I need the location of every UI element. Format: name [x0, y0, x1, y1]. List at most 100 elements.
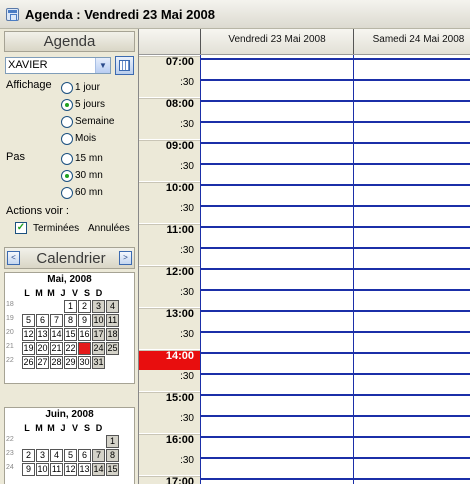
- day-of-week-row: LMMJVSD: [5, 422, 134, 434]
- radio-button-icon[interactable]: [61, 99, 73, 111]
- calendar-day[interactable]: 5: [64, 449, 77, 462]
- calendar-day[interactable]: 4: [50, 449, 63, 462]
- calendar-day[interactable]: 3: [92, 300, 105, 313]
- day-column-header[interactable]: Vendredi 23 Mai 2008: [200, 29, 353, 54]
- calendar-day[interactable]: 6: [36, 314, 49, 327]
- week-row: 24 9 10 11 12 13 14 15: [5, 462, 134, 476]
- half-hour-row-label: :30: [139, 118, 200, 139]
- hour-row-label: 14:00: [139, 349, 200, 370]
- week-row: 21 19 20 21 22 23 24 25: [5, 341, 134, 355]
- time-label: :30: [180, 161, 194, 172]
- calendar-day[interactable]: 23: [78, 342, 91, 355]
- half-hour-row-label: :30: [139, 160, 200, 181]
- calendar-day[interactable]: 31: [92, 356, 105, 369]
- calendar-day[interactable]: 1: [64, 300, 77, 313]
- affichage-label: Affichage: [6, 79, 52, 91]
- radio-button-icon[interactable]: [61, 170, 73, 182]
- calendar-day[interactable]: 2: [78, 300, 91, 313]
- week-number: 22: [6, 436, 14, 443]
- time-slot-line: [200, 478, 470, 480]
- calendar-day[interactable]: 11: [106, 314, 119, 327]
- day-of-week-label: S: [83, 288, 90, 298]
- time-label: :30: [180, 119, 194, 130]
- hour-row-label: 10:00: [139, 181, 200, 202]
- calendar-day[interactable]: 13: [78, 463, 91, 476]
- calendar-day[interactable]: 27: [36, 356, 49, 369]
- radio-button-icon[interactable]: [61, 153, 73, 165]
- calendar-day[interactable]: 13: [36, 328, 49, 341]
- user-select[interactable]: XAVIER ▼: [5, 57, 111, 74]
- calendar-day[interactable]: 19: [22, 342, 35, 355]
- calendar-day[interactable]: 1: [106, 435, 119, 448]
- day-column-divider: [200, 55, 201, 484]
- time-label: 16:00: [165, 434, 194, 446]
- time-label: :30: [180, 413, 194, 424]
- pas-option-label: 60 mn: [75, 187, 103, 198]
- calendar-day[interactable]: 17: [92, 328, 105, 341]
- agenda-cells[interactable]: [200, 55, 470, 484]
- calendar-day[interactable]: 6: [78, 449, 91, 462]
- calendar-day[interactable]: 24: [92, 342, 105, 355]
- calendar-day[interactable]: 20: [36, 342, 49, 355]
- day-of-week-label: M: [47, 288, 55, 298]
- month-title: Mai, 2008: [47, 274, 92, 285]
- calendar-day[interactable]: 5: [22, 314, 35, 327]
- radio-button-icon[interactable]: [61, 187, 73, 199]
- calendar-day[interactable]: 29: [64, 356, 77, 369]
- terminees-checkbox[interactable]: ✓: [15, 222, 27, 234]
- time-slot-line: [200, 457, 470, 459]
- terminees-label[interactable]: Terminées: [33, 223, 79, 234]
- time-label: 12:00: [165, 266, 194, 278]
- calendar-day[interactable]: 21: [50, 342, 63, 355]
- day-of-week-label: S: [83, 423, 90, 433]
- calendar-day[interactable]: 7: [50, 314, 63, 327]
- calendar-day[interactable]: 10: [36, 463, 49, 476]
- calendar-day[interactable]: 10: [92, 314, 105, 327]
- time-label: 14:00: [165, 350, 194, 362]
- chevron-down-icon[interactable]: ▼: [95, 58, 110, 73]
- calendar-day[interactable]: 2: [22, 449, 35, 462]
- time-label: 07:00: [165, 56, 194, 68]
- time-slot-line: [200, 142, 470, 144]
- calendar-day[interactable]: 8: [64, 314, 77, 327]
- calendar-day[interactable]: 4: [106, 300, 119, 313]
- radio-button-icon[interactable]: [61, 82, 73, 94]
- calendar-day[interactable]: 22: [64, 342, 77, 355]
- annulees-label[interactable]: Annulées: [88, 223, 130, 234]
- week-number: 20: [6, 329, 14, 336]
- calendar-day[interactable]: 14: [50, 328, 63, 341]
- half-hour-row-label: :30: [139, 412, 200, 433]
- calendar-day[interactable]: 15: [64, 328, 77, 341]
- calendar-day[interactable]: 30: [78, 356, 91, 369]
- calendar-picker-button[interactable]: [115, 56, 134, 75]
- calendar-day[interactable]: 11: [50, 463, 63, 476]
- calendar-day[interactable]: 25: [106, 342, 119, 355]
- time-label: 15:00: [165, 392, 194, 404]
- calendar-day[interactable]: 7: [92, 449, 105, 462]
- calendar-day[interactable]: 12: [64, 463, 77, 476]
- calendar-day[interactable]: 12: [22, 328, 35, 341]
- calendar-day[interactable]: 3: [36, 449, 49, 462]
- calendar-day[interactable]: 26: [22, 356, 35, 369]
- radio-button-icon[interactable]: [61, 133, 73, 145]
- calendar-day[interactable]: 9: [22, 463, 35, 476]
- time-slot-line: [200, 247, 470, 249]
- prev-month-button[interactable]: <: [7, 251, 20, 265]
- calendar-day[interactable]: 18: [106, 328, 119, 341]
- calendar-day[interactable]: 9: [78, 314, 91, 327]
- calendar-day[interactable]: 8: [106, 449, 119, 462]
- calendar-day[interactable]: 28: [50, 356, 63, 369]
- time-label: :30: [180, 287, 194, 298]
- calendar-day[interactable]: 16: [78, 328, 91, 341]
- time-slot-line: [200, 436, 470, 438]
- month-june: Juin, 2008 L M M J V S D 22 1 23 2 3 4 5 6 7 8 24 9 10 11 12 13…: [4, 407, 135, 484]
- week-row: 22 26 27 28 29 30 31: [5, 355, 134, 369]
- day-column-header[interactable]: Samedi 24 Mai 2008: [353, 29, 470, 54]
- calendar-day[interactable]: 15: [106, 463, 119, 476]
- calendar-icon: [119, 60, 130, 71]
- calendar-day[interactable]: 14: [92, 463, 105, 476]
- next-month-button[interactable]: >: [119, 251, 132, 265]
- radio-button-icon[interactable]: [61, 116, 73, 128]
- month-may: Mai, 2008 L M M J V S D 18 1 2 3 4 19 5 6 7 8 9 10 11 20 12 13 1…: [4, 272, 135, 384]
- time-label: :30: [180, 245, 194, 256]
